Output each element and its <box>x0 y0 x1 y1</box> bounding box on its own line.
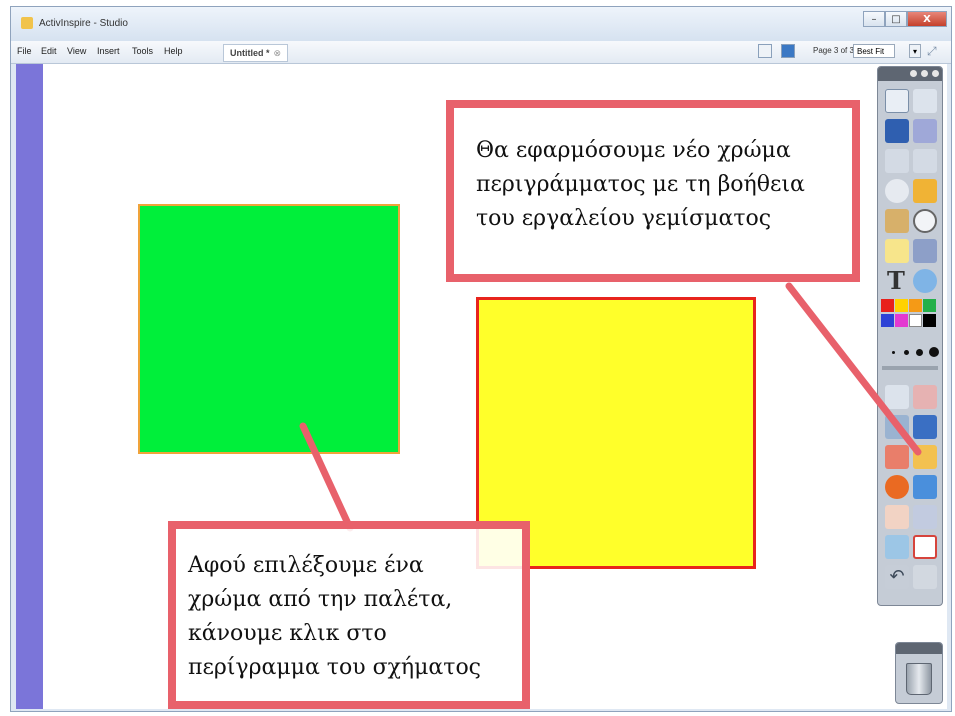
callout-line: περιγράμματος με τη βοήθεια <box>476 172 805 197</box>
callout-line: Θα εφαρμόσουμε νέο χρώμα <box>476 138 791 163</box>
callout-line: του εργαλείου γεμίσματος <box>476 206 772 231</box>
callout-fill-tool: Θα εφαρμόσουμε νέο χρώμα περιγράμματος μ… <box>446 100 860 282</box>
callout-palette: Αφού επιλέξουμε ένα χρώμα από την παλέτα… <box>168 521 530 709</box>
callout-line: περίγραμμα του σχήματος <box>188 655 482 680</box>
bottom-callout-pointer <box>299 422 354 532</box>
callout-line: κάνουμε κλικ στο <box>188 621 387 646</box>
top-callout-pointer <box>785 282 922 456</box>
callout-line: Αφού επιλέξουμε ένα <box>188 553 424 578</box>
callout-line: χρώμα από την παλέτα, <box>188 587 453 612</box>
